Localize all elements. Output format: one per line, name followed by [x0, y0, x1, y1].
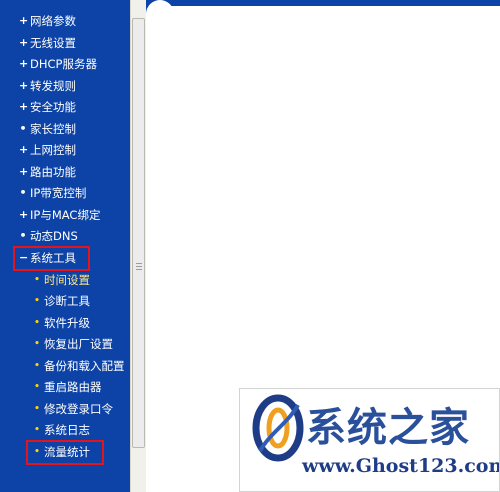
bullet-icon: •: [34, 425, 40, 435]
submenu-item-reboot[interactable]: • 重启路由器: [0, 377, 130, 397]
submenu-item-label: 诊断工具: [44, 294, 90, 308]
submenu-item-change-password[interactable]: • 修改登录口令: [0, 399, 130, 419]
watermark-url: www.Ghost123.com: [302, 455, 500, 477]
menu-item-label: 无线设置: [30, 36, 76, 50]
expand-plus-icon: +: [19, 14, 29, 27]
expand-plus-icon: +: [19, 36, 29, 49]
grip-line: [136, 266, 142, 267]
submenu-item-time-settings[interactable]: • 时间设置: [0, 270, 130, 290]
submenu-item-factory-reset[interactable]: • 恢复出厂设置: [0, 334, 130, 354]
menu-item-label: DHCP服务器: [30, 57, 97, 71]
highlight-box-system-tools: [13, 246, 90, 271]
menu-item-forwarding[interactable]: + 转发规则: [0, 76, 130, 96]
vertical-scrollbar[interactable]: [130, 0, 146, 492]
bullet-icon: •: [34, 296, 40, 306]
menu-item-dhcp[interactable]: + DHCP服务器: [0, 54, 130, 74]
bullet-icon: •: [19, 186, 27, 199]
bullet-icon: •: [19, 229, 27, 242]
expand-plus-icon: +: [19, 79, 29, 92]
watermark-title: 系统之家: [306, 404, 470, 451]
menu-item-label: 动态DNS: [30, 229, 78, 243]
submenu-item-label: 软件升级: [44, 316, 90, 330]
menu-item-parental-control[interactable]: • 家长控制: [0, 119, 130, 139]
rounded-corner-decoration: [146, 0, 174, 28]
bullet-icon: •: [34, 339, 40, 349]
menu-item-label: 家长控制: [30, 122, 76, 136]
bullet-icon: •: [34, 361, 40, 371]
expand-plus-icon: +: [19, 57, 29, 70]
bullet-icon: •: [19, 122, 27, 135]
expand-plus-icon: +: [19, 165, 29, 178]
swirl-logo-icon: [252, 394, 304, 462]
menu-item-ddns[interactable]: • 动态DNS: [0, 226, 130, 246]
menu-item-wireless[interactable]: + 无线设置: [0, 33, 130, 53]
submenu-item-diagnostics[interactable]: • 诊断工具: [0, 291, 130, 311]
submenu-item-label: 备份和载入配置: [44, 359, 125, 373]
submenu-item-backup-restore[interactable]: • 备份和载入配置: [0, 356, 130, 376]
bullet-icon: •: [34, 404, 40, 414]
menu-item-label: 上网控制: [30, 143, 76, 157]
submenu-item-label: 恢复出厂设置: [44, 337, 113, 351]
submenu-item-label: 修改登录口令: [44, 402, 113, 416]
grip-line: [136, 269, 142, 270]
sidebar-menu: + 网络参数 + 无线设置 + DHCP服务器 + 转发规则 + 安全功能 • …: [0, 0, 130, 492]
expand-plus-icon: +: [19, 100, 29, 113]
menu-item-ip-mac-binding[interactable]: + IP与MAC绑定: [0, 205, 130, 225]
bullet-icon: •: [34, 382, 40, 392]
menu-item-bandwidth-control[interactable]: • IP带宽控制: [0, 183, 130, 203]
menu-item-label: IP与MAC绑定: [30, 208, 101, 222]
bullet-icon: •: [34, 275, 40, 285]
expand-plus-icon: +: [19, 143, 29, 156]
menu-item-access-control[interactable]: + 上网控制: [0, 140, 130, 160]
submenu-item-firmware-upgrade[interactable]: • 软件升级: [0, 313, 130, 333]
submenu-item-label: 时间设置: [44, 273, 90, 287]
highlight-box-traffic-statistics: [26, 440, 104, 465]
watermark: 系统之家 www.Ghost123.com: [239, 388, 500, 492]
submenu-item-system-log[interactable]: • 系统日志: [0, 420, 130, 440]
menu-item-label: 路由功能: [30, 165, 76, 179]
menu-item-security[interactable]: + 安全功能: [0, 97, 130, 117]
submenu-item-label: 重启路由器: [44, 380, 102, 394]
menu-item-label: 转发规则: [30, 79, 76, 93]
menu-item-label: 安全功能: [30, 100, 76, 114]
menu-item-label: IP带宽控制: [30, 186, 87, 200]
menu-item-routing[interactable]: + 路由功能: [0, 162, 130, 182]
menu-item-label: 网络参数: [30, 14, 76, 28]
expand-plus-icon: +: [19, 208, 29, 221]
menu-item-network[interactable]: + 网络参数: [0, 11, 130, 31]
bullet-icon: •: [34, 318, 40, 328]
submenu-item-label: 系统日志: [44, 423, 90, 437]
scrollbar-thumb[interactable]: [132, 18, 145, 448]
grip-line: [136, 263, 142, 264]
